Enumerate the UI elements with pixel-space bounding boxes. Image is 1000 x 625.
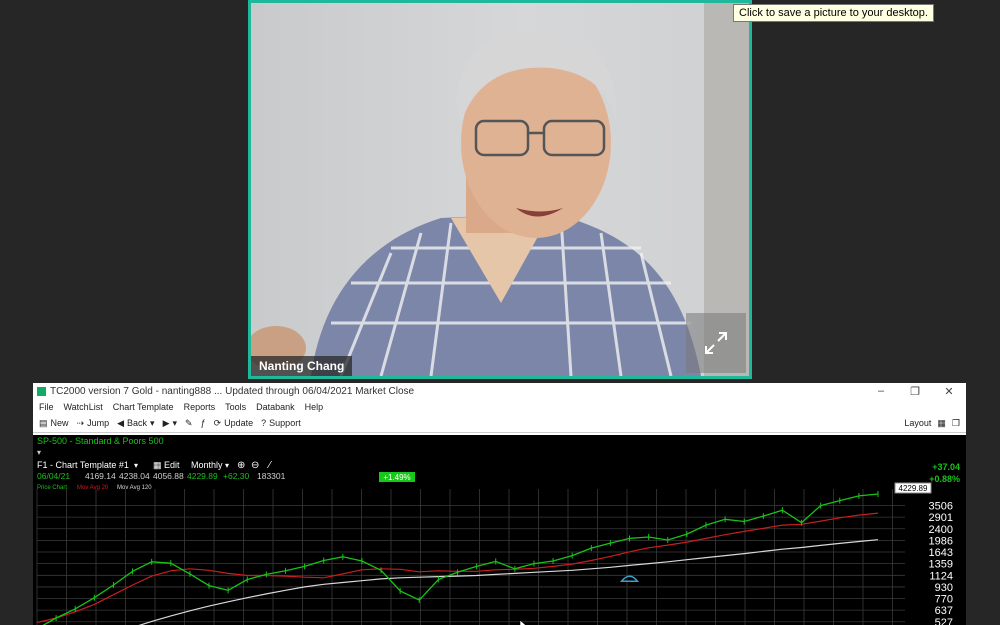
menu-bar: File WatchList Chart Template Reports To… (33, 400, 966, 414)
draw-tool-button[interactable]: ✎ (185, 418, 193, 429)
net-change: +37.04 (932, 462, 960, 472)
y-tick-label: 637 (935, 605, 953, 617)
jump-icon: ⇢ (76, 417, 85, 428)
y-tick-label: 3506 (929, 501, 953, 513)
ohlc-open: 4169.14 (85, 471, 116, 481)
price-chart[interactable]: SP-500 - Standard & Poors 500 ▾ F1 - Cha… (33, 435, 966, 625)
ohlc-date: 06/04/21 (37, 471, 70, 481)
minimize-button[interactable]: – (864, 385, 898, 398)
percent-change-label: +1.49% (383, 473, 410, 482)
ohlc-high: 4238.04 (119, 471, 150, 481)
legend-price: Price Chart (37, 485, 67, 491)
zoom-out-icon[interactable]: ⊖ (251, 460, 259, 471)
refresh-icon: ⟳ (213, 417, 222, 428)
price-chart-line (42, 493, 879, 625)
y-axis: 3506290124001986164313591124930770637527 (929, 501, 953, 625)
support-button[interactable]: ? Support (261, 418, 301, 428)
new-button[interactable]: ▤ New (39, 418, 69, 429)
chevron-down-icon: ▾ (172, 417, 178, 428)
y-tick-label: 770 (935, 594, 953, 606)
ohlc-change: +62.30 (223, 471, 250, 481)
participant-video-image (251, 32, 701, 376)
menu-file[interactable]: File (39, 402, 54, 412)
close-button[interactable]: ✕ (932, 385, 966, 398)
template-selector[interactable]: F1 - Chart Template #1 (37, 460, 129, 470)
y-tick-label: 2901 (929, 512, 953, 524)
toolbar: ▤ New ⇢ Jump ◀ Back ▾ ▶ ▾ ✎ ƒ ⟳ Update ? Suppor… (33, 414, 966, 433)
menu-help[interactable]: Help (305, 402, 324, 412)
cup-marker (619, 575, 640, 583)
forward-arrow-icon: ▶ (162, 417, 170, 428)
y-tick-label: 1359 (929, 559, 953, 571)
restore-button[interactable]: ❐ (898, 385, 932, 398)
participant-name-tag: Nanting Chang (251, 356, 353, 376)
mov-avg-20-line (36, 512, 879, 624)
menu-tools[interactable]: Tools (225, 402, 246, 412)
new-icon: ▤ (39, 417, 48, 428)
formula-icon: ƒ (200, 418, 206, 428)
y-tick-label: 2400 (929, 524, 953, 536)
y-tick-label: 930 (935, 582, 953, 594)
legend-ma120: Mov Avg 120 (117, 485, 152, 491)
y-tick-label: 1124 (929, 570, 953, 582)
expand-video-button[interactable] (686, 313, 746, 373)
layout-button[interactable]: Layout (904, 418, 931, 428)
window-title: TC2000 version 7 Gold - nanting888 ... U… (50, 386, 415, 397)
y-tick-label: 1643 (929, 547, 953, 559)
chart-symbol-title: SP-500 - Standard & Poors 500 (37, 436, 164, 446)
ohlc-volume: 183301 (257, 471, 286, 481)
pencil-icon: ✎ (185, 417, 193, 428)
layout-grid-icon[interactable]: ▦ (937, 418, 946, 429)
support-label: Support (269, 418, 301, 428)
back-button[interactable]: ◀ Back ▾ (117, 418, 154, 429)
chart-window[interactable]: SP-500 - Standard & Poors 500 ▾ F1 - Cha… (33, 435, 966, 625)
chevron-down-icon: ▾ (134, 461, 138, 470)
chevron-down-icon[interactable]: ▾ (37, 448, 41, 457)
mov-avg-120-line (138, 539, 879, 625)
mouse-cursor-icon (519, 619, 527, 625)
window-titlebar[interactable]: TC2000 version 7 Gold - nanting888 ... U… (33, 383, 966, 400)
chart-grid (36, 489, 905, 625)
ohlc-low: 4056.88 (153, 471, 184, 481)
window-icon[interactable]: ❐ (952, 418, 960, 429)
expand-icon (705, 332, 727, 354)
price-series (42, 491, 879, 625)
edit-label: Edit (164, 460, 180, 470)
video-tile[interactable]: Nanting Chang (248, 0, 752, 379)
y-tick-label: 527 (935, 617, 953, 625)
menu-reports[interactable]: Reports (184, 402, 216, 412)
update-label: Update (224, 418, 254, 428)
forward-button[interactable]: ▶ ▾ (163, 418, 177, 429)
y-tick-label: 1986 (929, 535, 953, 547)
menu-watchlist[interactable]: WatchList (64, 402, 103, 412)
tc2000-window: TC2000 version 7 Gold - nanting888 ... U… (33, 383, 966, 625)
new-label: New (50, 418, 69, 428)
ma120-series (138, 539, 879, 625)
menu-chart-template[interactable]: Chart Template (113, 402, 174, 412)
ohlc-close: 4229.89 (187, 471, 218, 481)
back-label: Back (127, 418, 148, 428)
last-price-label: 4229.89 (899, 484, 928, 493)
edit-template-button[interactable]: ▦ Edit (153, 460, 180, 470)
app-logo-icon (37, 387, 46, 396)
jump-button[interactable]: ⇢ Jump (77, 418, 110, 429)
formula-button[interactable]: ƒ (201, 418, 206, 428)
update-button[interactable]: ⟳ Update (214, 418, 254, 429)
legend-ma20: Mov Avg 20 (77, 485, 109, 491)
indicator-legend: Price Chart Mov Avg 20 Mov Avg 120 (37, 485, 152, 491)
chevron-down-icon: ▾ (225, 461, 229, 470)
question-icon: ? (261, 418, 267, 428)
ma20-series (36, 512, 879, 624)
period-selector[interactable]: Monthly (191, 460, 223, 470)
ohlc-readout: 06/04/21 4169.14 4238.04 4056.88 4229.89… (37, 471, 286, 481)
back-arrow-icon: ◀ (117, 417, 125, 428)
jump-label: Jump (87, 418, 110, 428)
net-change-percent: +0.88% (929, 474, 960, 484)
chevron-down-icon: ▾ (150, 417, 155, 428)
menu-databank[interactable]: Databank (256, 402, 295, 412)
tooltip: Click to save a picture to your desktop. (733, 4, 934, 22)
draw-line-icon[interactable]: ⁄ (266, 460, 272, 471)
zoom-in-icon[interactable]: ⊕ (237, 460, 245, 471)
